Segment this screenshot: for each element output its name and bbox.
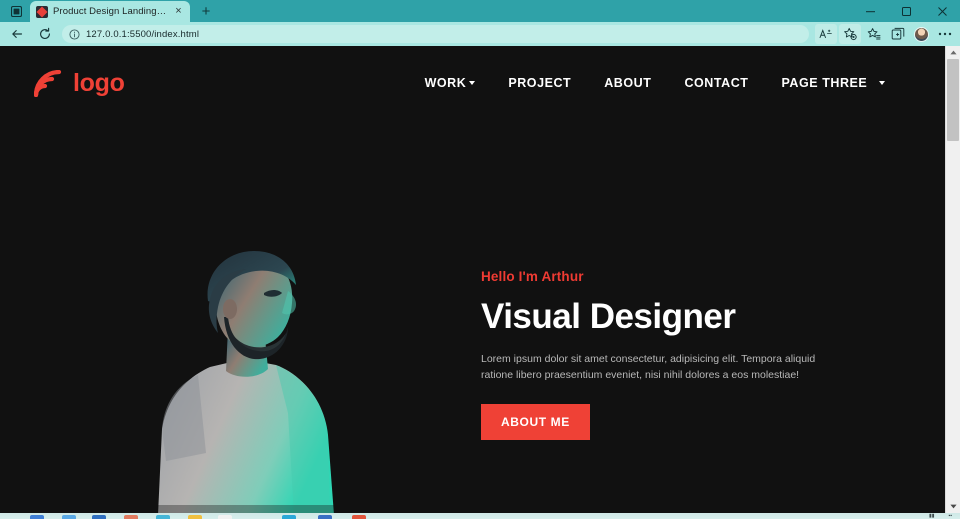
browser-window: Product Design Landing Page × + <box>0 0 960 519</box>
taskbar-icon[interactable] <box>282 515 296 519</box>
taskbar-icon[interactable] <box>124 515 138 519</box>
tab-actions-icon[interactable] <box>4 0 28 22</box>
close-window-icon[interactable] <box>924 0 960 22</box>
scroll-up-icon[interactable] <box>946 46 960 59</box>
info-circle-icon[interactable] <box>69 28 80 40</box>
taskbar-icon[interactable] <box>318 515 332 519</box>
vertical-scroll-thumb[interactable] <box>947 59 959 141</box>
nav-label: PROJECT <box>508 76 572 90</box>
address-bar: 127.0.0.1:5500/index.html <box>0 22 960 46</box>
address-input[interactable]: 127.0.0.1:5500/index.html <box>62 25 809 43</box>
taskbar-icon[interactable] <box>218 515 232 519</box>
hero-portrait-image <box>148 247 356 513</box>
vertical-scrollbar[interactable] <box>945 46 960 513</box>
nav-item-project[interactable]: PROJECT <box>508 76 571 90</box>
brand-name: logo <box>73 68 125 97</box>
settings-ellipsis-icon[interactable] <box>934 24 956 44</box>
windows-taskbar[interactable]: ▮▮ ▪▪ <box>0 513 960 519</box>
scroll-down-icon[interactable] <box>946 500 960 513</box>
tab-strip: Product Design Landing Page × + <box>0 0 960 22</box>
nav-item-contact[interactable]: CONTACT <box>684 76 748 90</box>
hero-paragraph: Lorem ipsum dolor sit amet consectetur, … <box>481 352 816 382</box>
new-tab-button[interactable]: + <box>194 1 218 22</box>
nav-label: WORK <box>424 76 467 90</box>
add-favorite-icon[interactable] <box>839 24 861 44</box>
refresh-icon[interactable] <box>32 24 58 44</box>
taskbar-icon[interactable] <box>92 515 106 519</box>
read-aloud-icon[interactable] <box>815 24 837 44</box>
nav-links: WORK PROJECT ABOUT CONTACT PAGE THREE <box>425 76 886 90</box>
taskbar-icon[interactable] <box>352 515 366 519</box>
taskbar-tray[interactable]: ▮▮ ▪▪ <box>929 513 952 519</box>
page-title: Visual Designer <box>481 297 736 336</box>
maximize-icon[interactable] <box>888 0 924 22</box>
taskbar-icon[interactable] <box>30 515 44 519</box>
tray-icons: ▮▮ <box>928 513 935 519</box>
minimize-icon[interactable] <box>852 0 888 22</box>
nav-label: PAGE THREE <box>781 76 868 90</box>
close-icon[interactable]: × <box>172 5 185 18</box>
profile-avatar[interactable] <box>914 26 929 42</box>
nav-item-work[interactable]: WORK <box>425 76 476 90</box>
hero-eyebrow: Hello I'm Arthur <box>481 269 584 284</box>
brand-logo[interactable]: logo <box>34 69 125 98</box>
site-navbar: logo WORK PROJECT ABOUT CONTACT PAGE THR… <box>0 46 945 120</box>
browser-tab[interactable]: Product Design Landing Page × <box>30 1 190 22</box>
about-me-button[interactable]: ABOUT ME <box>481 404 590 441</box>
nav-item-about[interactable]: ABOUT <box>604 76 651 90</box>
chevron-down-icon <box>469 81 476 85</box>
taskbar-icon[interactable] <box>156 515 170 519</box>
nav-label: CONTACT <box>684 76 749 90</box>
chevron-down-icon <box>879 81 886 85</box>
nav-label: ABOUT <box>604 76 652 90</box>
nav-item-page-three[interactable]: PAGE THREE <box>781 76 886 90</box>
collections-icon[interactable] <box>887 24 909 44</box>
url-text: 127.0.0.1:5500/index.html <box>86 28 200 40</box>
tray-clock: ▪▪ <box>948 513 952 519</box>
tab-title: Product Design Landing Page <box>53 6 167 17</box>
taskbar-icon[interactable] <box>62 515 76 519</box>
page-viewport: logo WORK PROJECT ABOUT CONTACT PAGE THR… <box>0 46 960 513</box>
hero-section: Hello I'm Arthur Visual Designer Lorem i… <box>0 120 945 513</box>
favorites-icon[interactable] <box>863 24 885 44</box>
window-controls <box>852 0 960 22</box>
rss-signal-logo-icon <box>34 69 64 97</box>
back-arrow-icon[interactable] <box>4 24 30 44</box>
hero-copy: Hello I'm Arthur Visual Designer Lorem i… <box>481 269 851 441</box>
landing-page: logo WORK PROJECT ABOUT CONTACT PAGE THR… <box>0 46 945 513</box>
site-favicon <box>36 5 48 18</box>
taskbar-icon[interactable] <box>188 515 202 519</box>
